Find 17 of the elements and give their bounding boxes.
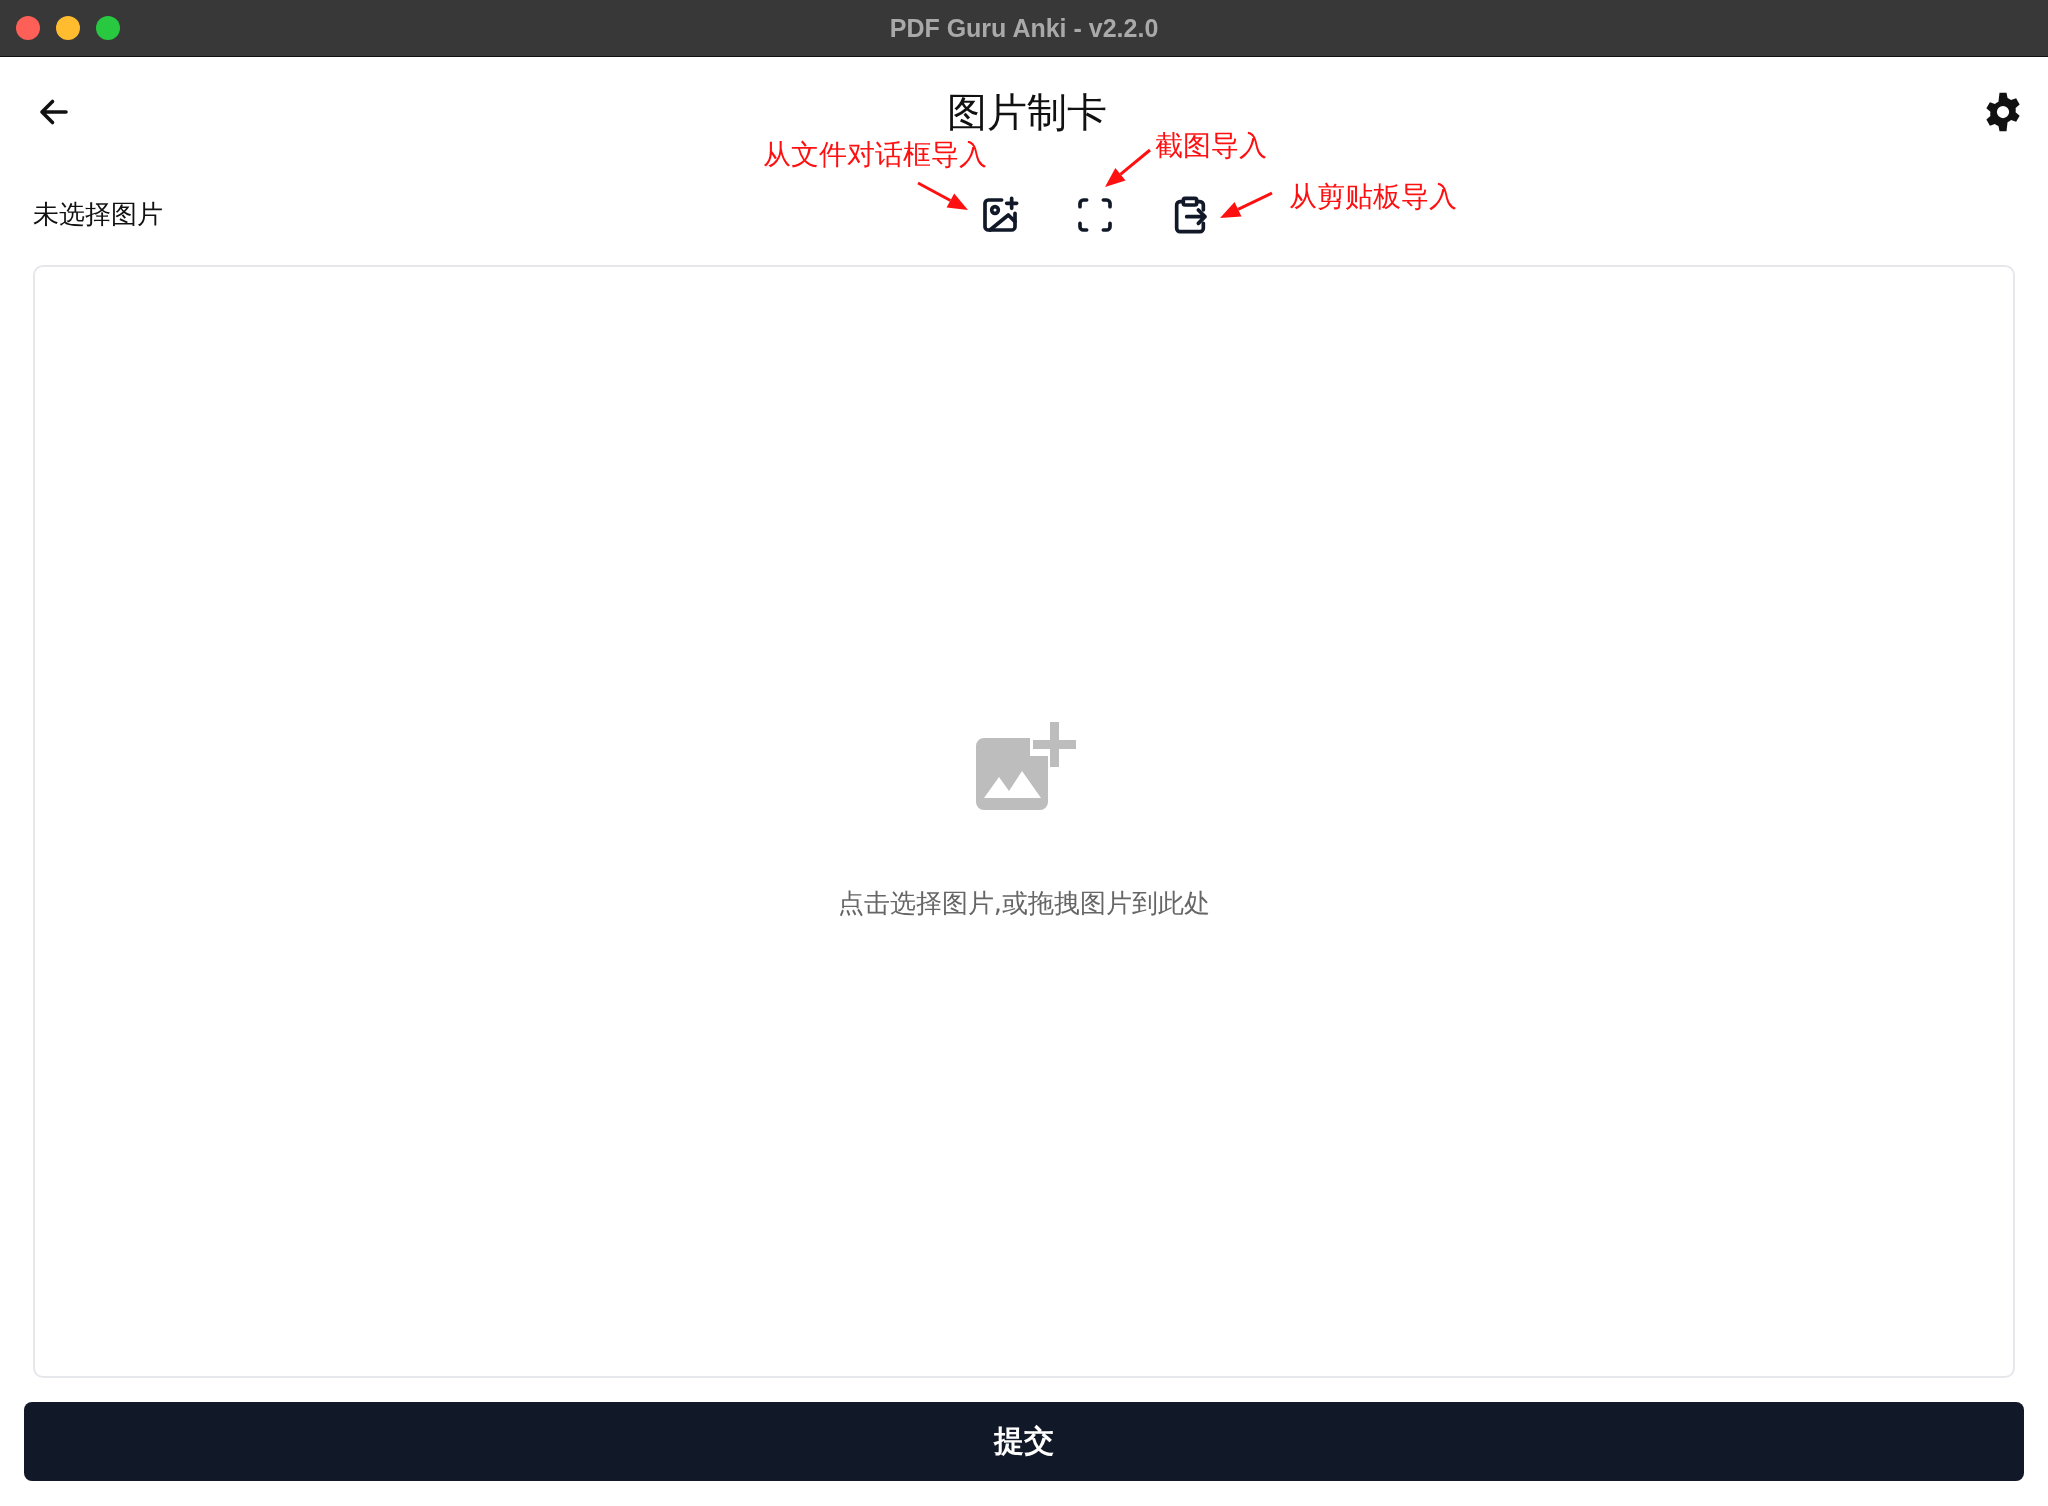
submit-button[interactable]: 提交 bbox=[24, 1402, 2024, 1481]
zoom-window-button[interactable] bbox=[96, 16, 120, 40]
import-button[interactable] bbox=[980, 194, 1020, 235]
close-window-button[interactable] bbox=[16, 16, 40, 40]
page-title: 图片制卡 bbox=[947, 87, 1107, 137]
drop-zone[interactable]: 点击选择图片,或拖拽图片到此处 bbox=[33, 265, 2015, 1378]
annotation-arrow bbox=[1105, 148, 1151, 187]
annotation-label: 从文件对话框导入 bbox=[763, 137, 987, 173]
window-title: PDF Guru Anki - v2.2.0 bbox=[889, 13, 1159, 43]
minimize-window-button[interactable] bbox=[56, 16, 80, 40]
selection-status: 未选择图片 bbox=[33, 198, 164, 231]
annotation-arrow bbox=[1220, 191, 1273, 218]
image-plus-icon bbox=[980, 194, 1020, 235]
annotation-label: 截图导入 bbox=[1155, 128, 1267, 164]
annotation-arrow bbox=[917, 181, 968, 210]
annotation-label: 从剪贴板导入 bbox=[1289, 179, 1457, 215]
drop-hint: 点击选择图片,或拖拽图片到此处 bbox=[837, 887, 1211, 920]
